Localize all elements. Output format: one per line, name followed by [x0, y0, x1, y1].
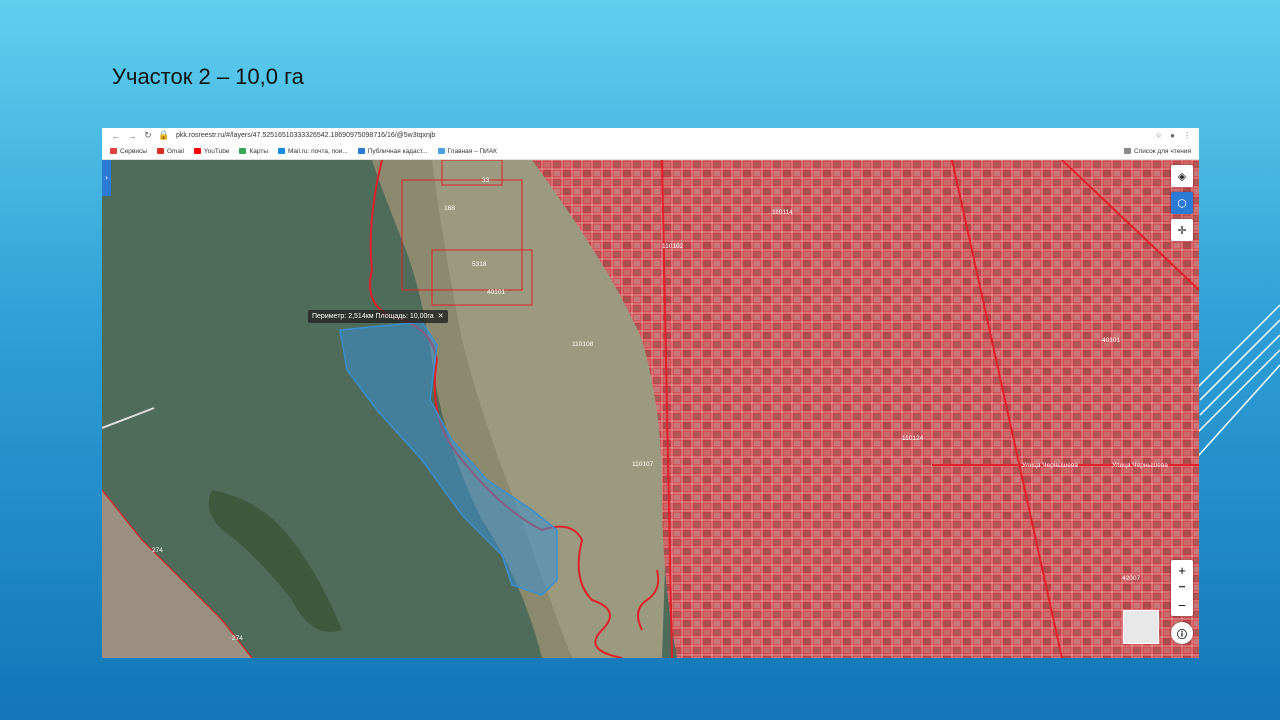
- info-icon: ⓘ: [1177, 629, 1187, 641]
- pkk-icon: [357, 148, 365, 154]
- side-panel-toggle[interactable]: ›: [102, 160, 111, 196]
- crosshair-icon: ✛: [1177, 224, 1187, 237]
- back-icon[interactable]: ←: [108, 131, 124, 141]
- map-label: 274: [152, 547, 163, 554]
- map-label: 42007: [1122, 575, 1140, 582]
- star-icon[interactable]: ☆: [1155, 131, 1162, 140]
- bookmark-label: Gmail: [166, 147, 184, 155]
- bookmark-5[interactable]: Публичная кадаст...: [357, 147, 428, 155]
- layers-icon: ◈: [1177, 170, 1187, 183]
- map-label: 5318: [472, 261, 487, 268]
- map-label: Улица Чернышева: [1112, 462, 1168, 469]
- map-label: Улица Чернышева: [1022, 462, 1078, 469]
- bookmark-label: Главная – ПИАК: [447, 147, 497, 155]
- address-bar-row: ← → ↻ 🔒 pkk.rosreestr.ru/#/layers/47.525…: [102, 128, 1199, 143]
- reload-icon[interactable]: ↻: [140, 130, 156, 141]
- bookmark-label: Карты: [249, 147, 268, 155]
- measure-tooltip: Периметр: 2,514км Площадь: 10,00га ✕: [308, 310, 448, 323]
- bookmark-label: Mail.ru: почта, пои...: [288, 147, 348, 155]
- bookmark-0[interactable]: Сервисы: [110, 148, 147, 155]
- maps-icon: [239, 148, 247, 154]
- profile-icon[interactable]: ●: [1170, 131, 1175, 140]
- decorative-lines: [1190, 304, 1280, 466]
- info-button[interactable]: ⓘ: [1171, 622, 1193, 644]
- map-label: 110102: [662, 243, 684, 250]
- map-label: 110107: [632, 461, 654, 468]
- zoom-out-button[interactable]: −: [1178, 599, 1186, 612]
- slide-title: Участок 2 – 10,0 га: [112, 64, 304, 89]
- map-label: 40101: [1102, 337, 1120, 344]
- apps-icon: [110, 148, 117, 154]
- bookmark-2[interactable]: YouTube: [193, 147, 230, 155]
- bookmark-label: Сервисы: [120, 147, 147, 155]
- bookmark-label: Публичная кадаст...: [367, 147, 428, 155]
- forward-icon[interactable]: →: [124, 131, 140, 141]
- browser-window: ← → ↻ 🔒 pkk.rosreestr.ru/#/layers/47.525…: [102, 128, 1199, 658]
- mailru-icon: [278, 148, 285, 154]
- zoom-control: + ••• −: [1171, 560, 1193, 616]
- map-label: 110124: [902, 435, 924, 442]
- map-label: 110108: [572, 341, 594, 348]
- layers-button[interactable]: ◈: [1171, 165, 1193, 187]
- url-field[interactable]: pkk.rosreestr.ru/#/layers/47.52516510333…: [176, 132, 435, 139]
- bookmarks-bar: Сервисы Gmail YouTube Карты Mail.ru: почта, …: [102, 143, 1199, 160]
- map-label: 33: [482, 177, 490, 184]
- bookmark-label: YouTube: [203, 147, 230, 155]
- bookmark-1[interactable]: Gmail: [156, 147, 184, 155]
- youtube-icon: [193, 148, 201, 154]
- ruler-icon: ⬡: [1177, 197, 1187, 210]
- gmail-icon: [156, 148, 164, 154]
- zoom-more-button[interactable]: •••: [1179, 585, 1185, 591]
- close-icon[interactable]: ✕: [438, 313, 444, 320]
- basemap-switcher[interactable]: [1123, 610, 1159, 644]
- map-label: 40101: [487, 289, 505, 296]
- locate-button[interactable]: ✛: [1171, 219, 1193, 241]
- zoom-in-button[interactable]: +: [1178, 564, 1186, 577]
- map-label: 168: [444, 205, 455, 212]
- measure-button[interactable]: ⬡: [1171, 192, 1193, 214]
- bookmark-3[interactable]: Карты: [239, 148, 268, 155]
- map-label: 110114: [772, 209, 793, 216]
- bookmark-6[interactable]: Главная – ПИАК: [437, 147, 497, 155]
- map-view[interactable]: 33 168 5318 40101 274 274 110102 110114 110108 11…: [102, 160, 1199, 658]
- reading-list-button[interactable]: Список для чтения: [1124, 148, 1199, 155]
- reading-list-icon: [1124, 148, 1131, 154]
- menu-icon[interactable]: ⋮: [1183, 131, 1191, 140]
- lock-icon: 🔒: [158, 130, 170, 140]
- bookmark-4[interactable]: Mail.ru: почта, пои...: [278, 148, 348, 155]
- map-label: 274: [232, 635, 243, 642]
- map-canvas[interactable]: 33 168 5318 40101 274 274 110102 110114 110108 11…: [102, 160, 1199, 658]
- piak-icon: [437, 148, 445, 154]
